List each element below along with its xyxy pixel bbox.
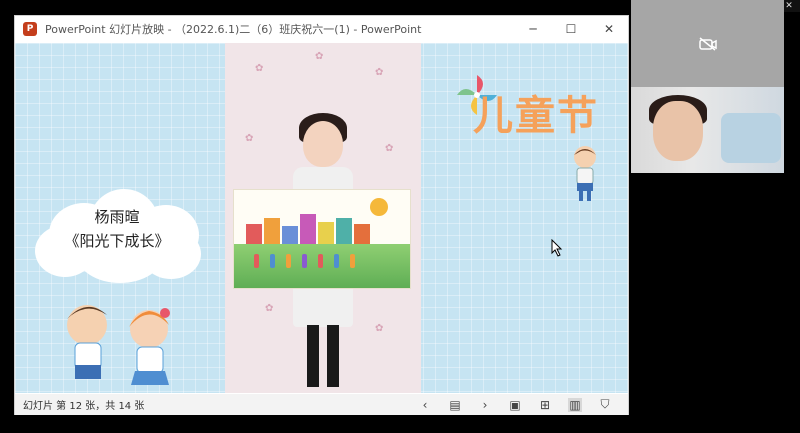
child-drawing	[233, 189, 411, 289]
title-bar[interactable]: P PowerPoint 幻灯片放映 - （2022.6.1)二（6）班庆祝六一…	[15, 16, 628, 42]
name-cloud: 杨雨暄 《阳光下成长》	[29, 183, 205, 283]
slide-canvas[interactable]: 杨雨暄 《阳光下成长》 ✿ ✿ ✿ ✿ ✿ ✿ ✿ 儿童节	[15, 43, 628, 393]
camera-off-tile[interactable]	[631, 0, 784, 87]
mouse-cursor-icon	[551, 239, 563, 257]
screen: P PowerPoint 幻灯片放映 - （2022.6.1)二（6）班庆祝六一…	[0, 0, 800, 433]
prev-slide-icon[interactable]: ‹	[418, 398, 432, 412]
normal-view-icon[interactable]: ▣	[508, 398, 522, 412]
slideshow-icon[interactable]: ⛉	[598, 397, 612, 412]
slide-counter: 幻灯片 第 12 张，共 14 张	[23, 401, 145, 412]
minimize-icon: ─	[529, 22, 537, 36]
slide-menu-icon[interactable]: ▤	[448, 398, 462, 412]
cartoon-kids-illustration	[67, 305, 170, 385]
status-toolbar: ‹ ▤ › ▣ ⊞ ▥ ⛉	[418, 394, 612, 415]
window-title: PowerPoint 幻灯片放映 - （2022.6.1)二（6）班庆祝六一(1…	[45, 23, 422, 36]
close-icon[interactable]: ✕	[782, 0, 796, 12]
artwork-title: 《阳光下成长》	[64, 232, 170, 250]
powerpoint-icon: P	[23, 22, 37, 36]
student-photo: ✿ ✿ ✿ ✿ ✿ ✿ ✿	[225, 43, 421, 393]
status-bar: 幻灯片 第 12 张，共 14 张 ‹ ▤ › ▣ ⊞ ▥ ⛉	[15, 394, 628, 415]
window-controls: ─ ☐ ✕	[514, 16, 628, 42]
reading-view-icon[interactable]: ▥	[568, 397, 582, 412]
childrens-day-logo: 儿童节	[455, 63, 625, 213]
powerpoint-window: P PowerPoint 幻灯片放映 - （2022.6.1)二（6）班庆祝六一…	[14, 15, 629, 415]
camera-off-icon	[698, 36, 717, 51]
cartoon-boy-icon	[574, 146, 596, 201]
maximize-icon: ☐	[565, 22, 577, 36]
student-name: 杨雨暄	[94, 208, 140, 226]
close-button[interactable]: ✕	[590, 16, 628, 42]
next-slide-icon[interactable]: ›	[478, 398, 492, 412]
slide-sorter-icon[interactable]: ⊞	[538, 398, 552, 412]
participant-video-tile[interactable]	[631, 87, 784, 173]
festival-text: 儿童节	[473, 93, 599, 139]
maximize-button[interactable]: ☐	[552, 16, 590, 42]
close-icon: ✕	[603, 22, 615, 36]
minimize-button[interactable]: ─	[514, 16, 552, 42]
